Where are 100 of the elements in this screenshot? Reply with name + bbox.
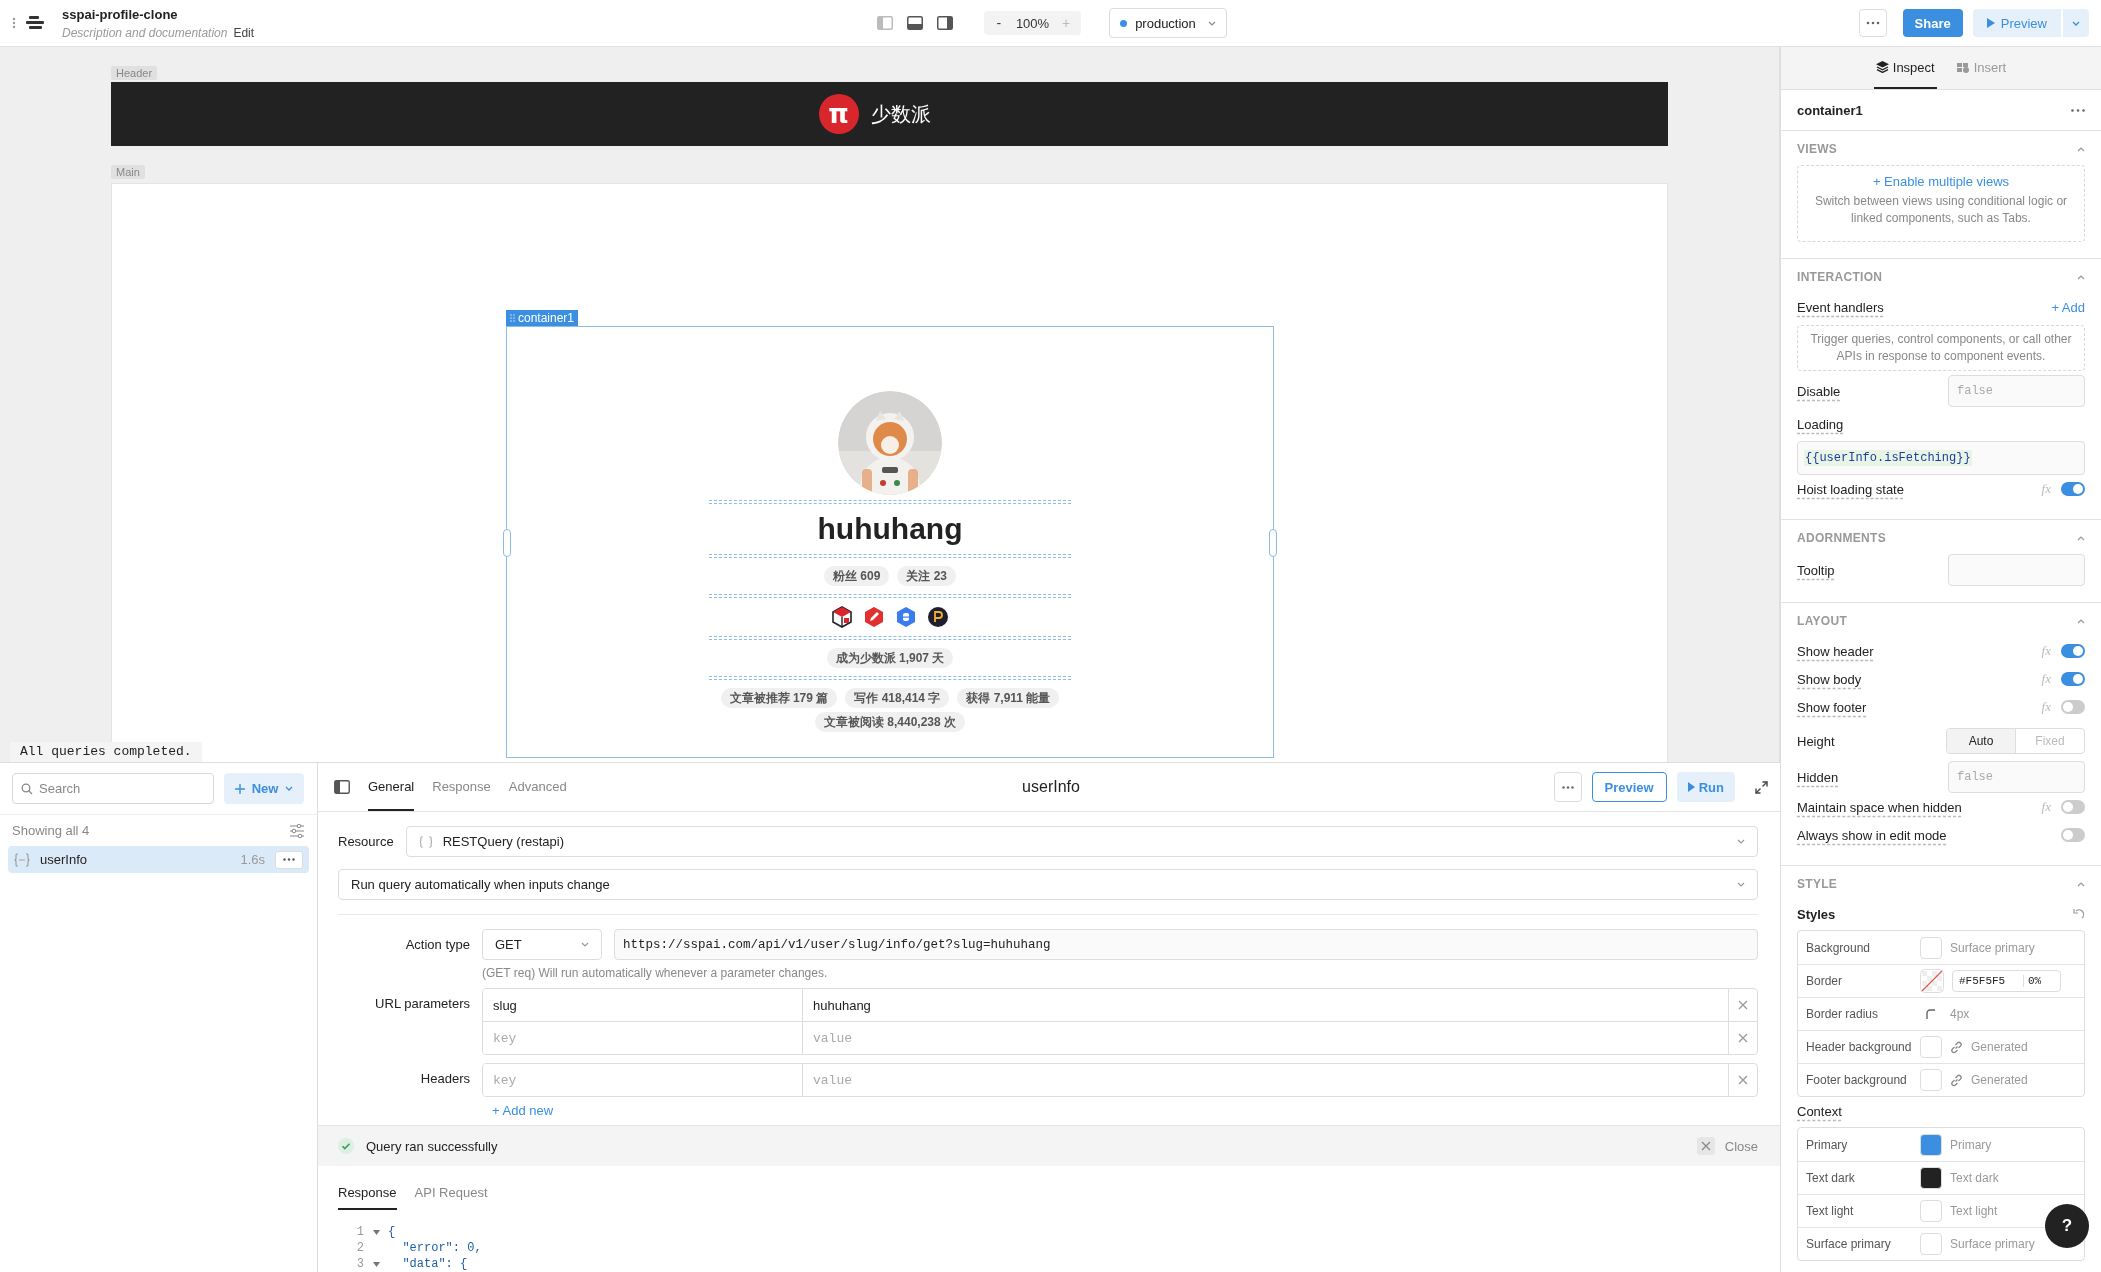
formula-toggle[interactable]: fx (2041, 643, 2051, 659)
toggle-switch[interactable] (2061, 800, 2085, 814)
disable-field[interactable]: false (1948, 375, 2085, 407)
response-tab[interactable]: API Request (414, 1176, 488, 1210)
hidden-field[interactable]: false (1948, 761, 2085, 793)
collapse-icon[interactable] (2077, 881, 2085, 887)
preview-button[interactable]: Preview (1972, 9, 2061, 37)
more-button[interactable] (275, 850, 303, 869)
component-name[interactable]: container1 (1797, 102, 1863, 118)
expand-icon[interactable] (1755, 780, 1768, 794)
trigger-select[interactable]: Run query automatically when inputs change (338, 869, 1758, 900)
editor-tab[interactable]: General (368, 763, 415, 811)
search-field[interactable]: Search (12, 773, 214, 804)
query-name: userInfo (40, 852, 88, 867)
segment-option[interactable]: Fixed (2015, 729, 2084, 753)
section-title[interactable]: VIEWS (1797, 142, 1838, 156)
stat-chip: 关注 23 (897, 566, 956, 586)
url-field[interactable]: https://sspai.com/api/v1/user/slug/info/get?slug=huhuhang (614, 929, 1758, 960)
formula-toggle[interactable]: fx (2041, 699, 2051, 715)
app-description[interactable]: Description and documentation (62, 25, 228, 40)
inspector-tab[interactable]: Inspect (1873, 47, 1937, 89)
section-title[interactable]: ADORNMENTS (1797, 531, 1886, 545)
drag-handle-icon[interactable] (12, 17, 16, 29)
caret-icon (1737, 882, 1745, 887)
play-icon (1986, 18, 1995, 28)
color-swatch[interactable] (1920, 1167, 1942, 1189)
run-button[interactable]: Run (1676, 772, 1735, 802)
add-new-link[interactable]: + Add new (482, 1103, 554, 1118)
property-label: Show body (1797, 671, 1863, 687)
enable-views-link[interactable]: + Enable multiple views (1872, 174, 2010, 189)
collapse-icon[interactable] (2077, 146, 2085, 152)
close-icon (1738, 1000, 1748, 1010)
help-button[interactable]: ? (2045, 1204, 2089, 1248)
collapse-icon[interactable] (2077, 274, 2085, 280)
collapse-icon[interactable] (2077, 618, 2085, 624)
more-button[interactable] (1553, 772, 1582, 802)
segment-option[interactable]: Auto (1947, 729, 2015, 753)
new-button[interactable]: New (224, 773, 304, 804)
editor-tab[interactable]: Response (432, 763, 491, 811)
style-label: Text light (1806, 1204, 1855, 1218)
add-link[interactable]: + Add (2051, 299, 2085, 315)
field-label: Action type (404, 936, 470, 954)
tooltip-field[interactable] (1948, 554, 2085, 586)
layers-icon (1875, 61, 1889, 73)
formula-toggle[interactable]: fx (2041, 799, 2051, 815)
section-title[interactable]: INTERACTION (1797, 270, 1883, 284)
color-swatch[interactable] (1920, 936, 1942, 959)
color-swatch[interactable] (1920, 1200, 1942, 1222)
response-tab[interactable]: Response (338, 1176, 397, 1210)
border-color-field[interactable]: #F5F5F5 0% (1952, 970, 2061, 992)
key-field[interactable]: key (483, 1064, 803, 1096)
query-item[interactable]: userInfo 1.6s (8, 846, 309, 873)
query-count: Showing all 4 (12, 823, 90, 838)
method-select[interactable]: GET (482, 929, 602, 960)
more-icon (1561, 785, 1574, 789)
close-button[interactable]: Close (1696, 1137, 1758, 1155)
formula-toggle[interactable]: fx (2041, 481, 2051, 497)
preview-button[interactable]: Preview (1591, 772, 1667, 802)
filter-icon[interactable] (289, 823, 305, 838)
edit-link[interactable]: Edit (233, 25, 255, 40)
share-button[interactable]: Share (1902, 9, 1963, 37)
color-swatch[interactable] (1920, 1133, 1942, 1156)
close-icon (1738, 1075, 1748, 1085)
preview-menu-button[interactable] (2063, 9, 2089, 37)
key-field[interactable]: key (483, 1022, 803, 1054)
more-icon[interactable] (2071, 108, 2085, 112)
toggle-switch[interactable] (2061, 672, 2085, 686)
resize-handle[interactable] (503, 529, 511, 557)
stat-chip: 粉丝 609 (823, 566, 890, 586)
line-number: 2 (355, 1240, 364, 1256)
style-value: Surface primary (1950, 940, 2035, 955)
section-title[interactable]: LAYOUT (1797, 614, 1848, 628)
color-swatch[interactable] (1920, 1233, 1942, 1255)
reset-icon[interactable] (2073, 908, 2085, 920)
zoom-out-button[interactable]: - (987, 12, 1010, 34)
inspector-tab[interactable]: Insert (1954, 47, 2009, 89)
editor-tab[interactable]: Advanced (508, 763, 567, 811)
color-swatch[interactable] (1920, 1036, 1942, 1058)
color-swatch[interactable] (1920, 1069, 1942, 1091)
loading-field[interactable]: {{userInfo.isFetching}} (1797, 441, 2085, 475)
toggle-switch[interactable] (2061, 482, 2085, 496)
environment-select[interactable]: production (1109, 8, 1228, 38)
section-title[interactable]: STYLE (1797, 877, 1838, 891)
resource-select[interactable]: RESTQuery (restapi) (405, 826, 1758, 857)
toggle-switch[interactable] (2061, 700, 2085, 714)
fold-icon[interactable] (372, 1261, 380, 1267)
more-icon (1865, 21, 1880, 25)
key-field[interactable]: slug (483, 989, 803, 1021)
app-menu-icon[interactable] (26, 16, 44, 30)
formula-toggle[interactable]: fx (2041, 671, 2051, 687)
component-label[interactable]: container1 (506, 310, 579, 326)
query-title[interactable]: userInfo (1022, 778, 1080, 796)
toggle-switch[interactable] (2061, 644, 2085, 658)
toggle-switch[interactable] (2061, 828, 2085, 842)
section-label: Main (111, 165, 145, 179)
resize-handle[interactable] (1269, 529, 1277, 557)
collapse-icon[interactable] (2077, 535, 2085, 541)
selected-container[interactable]: huhuhang 粉丝 609 关注 23 成为少数派 1,907 天 文章被推荐 179 篇 写作 418,414 字 获得 7,911 能量 文章被阅读 8,440,238 次 (506, 326, 1274, 758)
fold-icon[interactable] (372, 1229, 380, 1235)
transparent-swatch[interactable] (1920, 969, 1944, 993)
